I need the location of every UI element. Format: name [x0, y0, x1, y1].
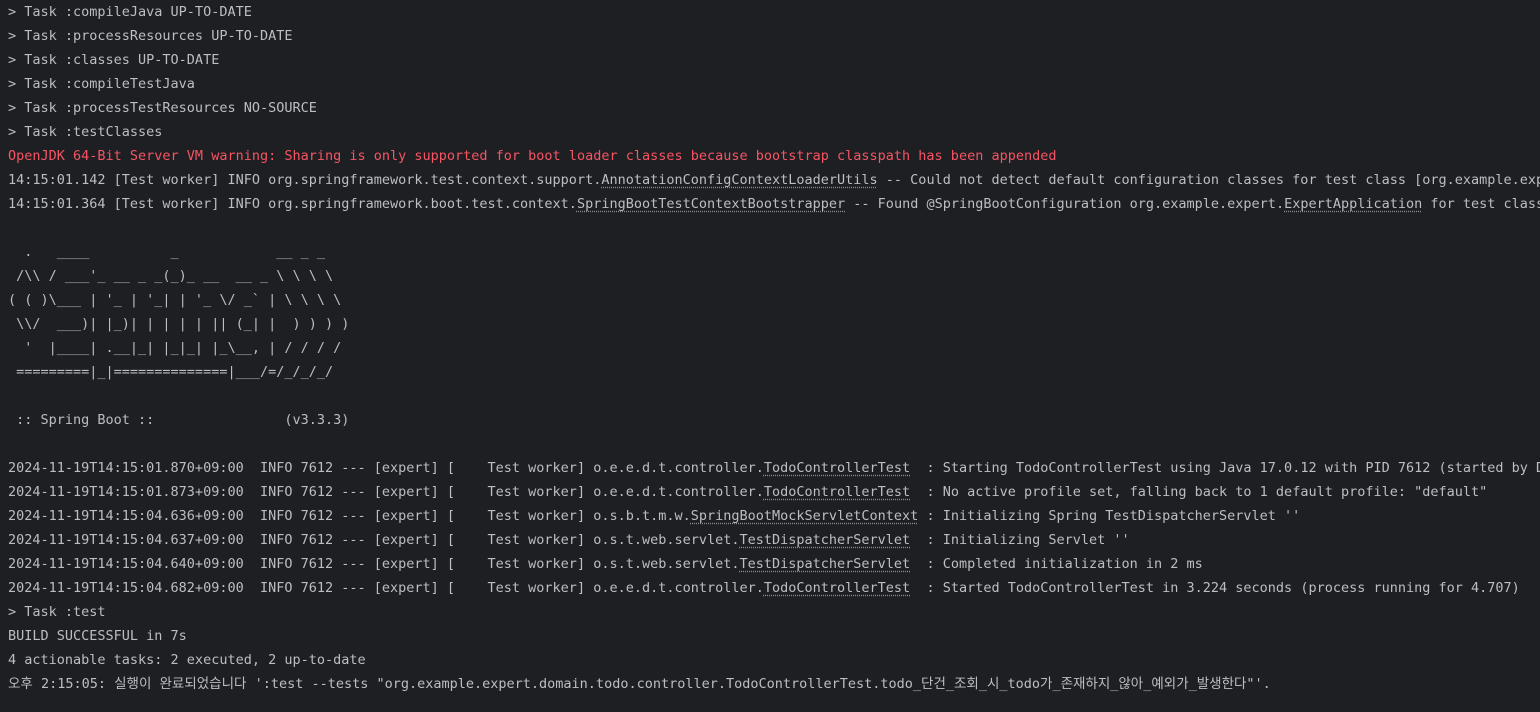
spring-banner-line: \\/ ___)| |_)| | | | | || (_| | ) ) ) ) — [8, 316, 350, 332]
log-prefix: 2024-11-19T14:15:04.637+09:00 INFO 7612 … — [8, 532, 740, 548]
log-prefix: 2024-11-19T14:15:04.640+09:00 INFO 7612 … — [8, 556, 740, 572]
log-prefix: 2024-11-19T14:15:01.873+09:00 INFO 7612 … — [8, 484, 764, 500]
spring-banner-line: /\\ / ___'_ __ _ _(_)_ __ __ _ \ \ \ \ — [8, 268, 334, 284]
log-message: : No active profile set, falling back to… — [910, 484, 1488, 500]
class-link[interactable]: SpringBootMockServletContext — [691, 508, 919, 524]
log-prefix: 2024-11-19T14:15:04.682+09:00 INFO 7612 … — [8, 580, 764, 596]
log-message: : Started TodoControllerTest in 3.224 se… — [910, 580, 1520, 596]
class-link[interactable]: TodoControllerTest — [764, 484, 910, 500]
task-line-compile-test-java: > Task :compileTestJava — [8, 76, 195, 92]
log-message: for test class org.example.expert.domain… — [1430, 196, 1540, 212]
class-link[interactable]: TodoControllerTest — [764, 460, 910, 476]
class-link[interactable]: TodoControllerTest — [764, 580, 910, 596]
actionable-tasks-line: 4 actionable tasks: 2 executed, 2 up-to-… — [8, 652, 366, 668]
task-line-classes: > Task :classes UP-TO-DATE — [8, 52, 220, 68]
log-message: -- Found @SpringBootConfiguration org.ex… — [845, 196, 1285, 212]
context-log-line: 14:15:01.142 [Test worker] INFO org.spri… — [8, 168, 1540, 192]
log-message: : Starting TodoControllerTest using Java… — [926, 460, 1540, 476]
log-line: 2024-11-19T14:15:04.682+09:00 INFO 7612 … — [8, 576, 1520, 600]
spring-boot-version-line: :: Spring Boot :: (v3.3.3) — [8, 412, 350, 428]
log-prefix: 14:15:01.142 [Test worker] INFO org.spri… — [8, 172, 602, 188]
log-prefix: 2024-11-19T14:15:01.870+09:00 INFO 7612 … — [8, 460, 764, 476]
context-log-line: 14:15:01.364 [Test worker] INFO org.spri… — [8, 192, 1540, 216]
log-message: : Initializing Spring TestDispatcherServ… — [918, 508, 1301, 524]
console-output: > Task :compileJava UP-TO-DATE > Task :p… — [0, 0, 1540, 712]
jvm-warning-line: OpenJDK 64-Bit Server VM warning: Sharin… — [8, 148, 1057, 164]
class-link[interactable]: TestDispatcherServlet — [740, 532, 911, 548]
class-link[interactable]: SpringBootTestContextBootstrapper — [577, 196, 845, 212]
task-line-test-classes: > Task :testClasses — [8, 124, 163, 140]
log-line: 2024-11-19T14:15:01.870+09:00 INFO 7612 … — [8, 456, 1540, 480]
log-message: -- Could not detect default configuratio… — [885, 172, 1540, 188]
spring-banner-line: ( ( )\___ | '_ | '_| | '_ \/ _` | \ \ \ … — [8, 292, 342, 308]
class-link[interactable]: ExpertApplication — [1284, 196, 1422, 212]
log-message: : Initializing Servlet '' — [910, 532, 1130, 548]
build-status-line: BUILD SUCCESSFUL in 7s — [8, 628, 187, 644]
task-line-process-test-resources: > Task :processTestResources NO-SOURCE — [8, 100, 317, 116]
spring-banner-line: ' |____| .__|_| |_|_| |_\__, | / / / / — [8, 340, 342, 356]
log-prefix: 14:15:01.364 [Test worker] INFO org.spri… — [8, 196, 577, 212]
log-prefix: 2024-11-19T14:15:04.636+09:00 INFO 7612 … — [8, 508, 691, 524]
log-message: : Completed initialization in 2 ms — [910, 556, 1203, 572]
spring-banner-line: . ____ _ __ _ _ — [8, 244, 325, 260]
log-line: 2024-11-19T14:15:04.636+09:00 INFO 7612 … — [8, 504, 1300, 528]
task-line-compile-java: > Task :compileJava UP-TO-DATE — [8, 4, 252, 20]
log-line: 2024-11-19T14:15:04.640+09:00 INFO 7612 … — [8, 552, 1203, 576]
task-line-process-resources: > Task :processResources UP-TO-DATE — [8, 28, 293, 44]
spring-banner-line: =========|_|==============|___/=/_/_/_/ — [8, 364, 334, 380]
task-line-test: > Task :test — [8, 604, 106, 620]
log-line: 2024-11-19T14:15:04.637+09:00 INFO 7612 … — [8, 528, 1130, 552]
class-link[interactable]: AnnotationConfigContextLoaderUtils — [601, 172, 877, 188]
class-link[interactable]: TestDispatcherServlet — [740, 556, 911, 572]
execution-completed-line: 오후 2:15:05: 실행이 완료되었습니다 ':test --tests "… — [8, 676, 1271, 692]
log-line: 2024-11-19T14:15:01.873+09:00 INFO 7612 … — [8, 480, 1487, 504]
